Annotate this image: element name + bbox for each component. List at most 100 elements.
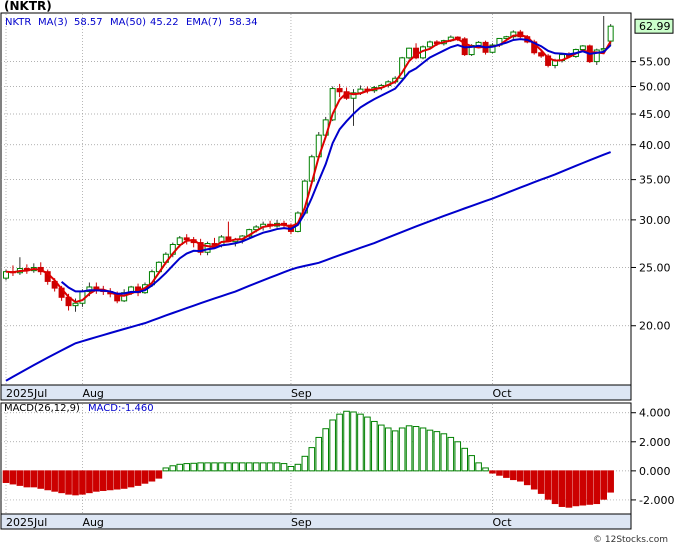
macd-bar: [440, 433, 448, 472]
macd-bar: [378, 424, 385, 472]
macd-bar: [412, 426, 420, 472]
macd-x-label: Oct: [493, 516, 513, 529]
macd-bar: [329, 419, 336, 472]
macd-bar: [315, 436, 323, 472]
macd-bar: [100, 470, 107, 491]
macd-bar: [86, 470, 93, 494]
macd-x-label: 2025Jul: [6, 516, 47, 529]
macd-bar: [391, 430, 399, 472]
macd-bar: [65, 470, 72, 495]
price-tick-label: 40.00: [639, 139, 671, 152]
macd-x-label: Sep: [291, 516, 312, 529]
macd-bar: [266, 462, 274, 472]
macd-bar: [72, 470, 79, 496]
macd-bar: [51, 470, 58, 492]
macd-bar: [579, 470, 587, 506]
macd-bar: [106, 470, 114, 491]
macd-bar: [350, 411, 357, 472]
price-tick-label: 50.00: [639, 80, 671, 93]
macd-bar: [93, 470, 100, 492]
macd-bar: [141, 470, 149, 484]
macd-bar: [9, 470, 17, 485]
candle-body: [336, 88, 343, 93]
macd-bar: [211, 462, 218, 472]
legend-ma50-label: MA(50): [110, 17, 146, 28]
macd-bar: [558, 470, 566, 507]
macd-bar: [468, 455, 475, 472]
macd-tick-label: 2.000: [639, 436, 671, 449]
chart-title: (NKTR): [4, 0, 52, 13]
macd-bar: [113, 470, 121, 490]
macd-bar: [176, 463, 184, 472]
macd-bar: [523, 470, 531, 486]
price-panel-frame: [0, 12, 632, 386]
candle-body: [607, 25, 614, 42]
macd-bar: [58, 470, 65, 494]
macd-bar: [308, 447, 316, 472]
candle-body: [72, 302, 79, 307]
macd-bar: [336, 413, 343, 472]
macd-x-label: Aug: [82, 516, 103, 529]
legend-ema7-value: 58.34: [229, 17, 258, 28]
price-x-label: 2025Jul: [6, 387, 47, 400]
candle-body: [183, 237, 190, 241]
stock-chart-root: 55.00 50.00 45.00 40.00 35.00 30.00 25.00 20.00…: [0, 0, 680, 546]
candle-body: [426, 41, 433, 48]
macd-bar: [148, 470, 156, 482]
macd-bar: [607, 470, 614, 493]
macd-bar: [419, 427, 427, 472]
macd-bar: [530, 470, 538, 490]
copyright: © 12Stocks.com: [593, 535, 668, 545]
macd-bar: [245, 462, 253, 472]
macd-bar: [510, 470, 517, 481]
price-x-label: Sep: [291, 387, 312, 400]
macd-bar: [461, 447, 468, 472]
macd-bar: [517, 470, 524, 482]
macd-bar: [169, 465, 177, 472]
macd-bar: [565, 470, 573, 508]
macd-bar: [371, 420, 378, 472]
candle-body: [579, 45, 586, 51]
macd-bar: [120, 470, 128, 489]
legend-ma50-value: 45.22: [150, 17, 179, 28]
macd-bar: [134, 470, 142, 486]
macd-bar: [398, 427, 406, 472]
macd-bar: [364, 416, 371, 472]
legend-ma3-value: 58.57: [74, 17, 103, 28]
macd-bar: [593, 470, 601, 505]
price-tick-label: 35.00: [639, 174, 671, 187]
macd-bar: [252, 462, 260, 472]
macd-bar: [79, 470, 86, 495]
macd-bar: [155, 470, 163, 479]
macd-bar: [475, 462, 482, 472]
macd-bar: [496, 470, 503, 476]
last-price-label: 62.99: [639, 20, 671, 33]
macd-bar: [44, 470, 52, 491]
price-tick-label: 20.00: [639, 320, 671, 333]
macd-bar: [273, 462, 281, 472]
legend-ticker: NKTR: [5, 17, 31, 28]
legend-ma3-label: MA(3): [38, 17, 68, 28]
macd-bar: [586, 470, 594, 505]
macd-bar: [280, 463, 288, 472]
macd-bar: [287, 465, 295, 472]
macd-bar: [232, 462, 239, 472]
macd-bar: [384, 427, 392, 472]
macd-bar: [294, 463, 302, 472]
macd-bar: [218, 462, 225, 472]
macd-bar: [37, 470, 45, 489]
price-tick-label: 55.00: [639, 56, 671, 69]
macd-bar: [343, 410, 350, 472]
macd-bar: [551, 470, 559, 505]
macd-bar: [454, 441, 462, 472]
price-tick-label: 45.00: [639, 108, 671, 121]
macd-bar: [572, 470, 580, 507]
macd-bar: [301, 455, 309, 472]
macd-tick-label: 4.000: [639, 407, 671, 420]
macd-bar: [204, 462, 211, 472]
macd-legend-name: MACD(26,12,9): [4, 403, 80, 414]
macd-bar: [322, 428, 329, 472]
macd-bar: [503, 470, 510, 478]
macd-bar: [162, 467, 170, 472]
macd-bar: [23, 470, 31, 488]
